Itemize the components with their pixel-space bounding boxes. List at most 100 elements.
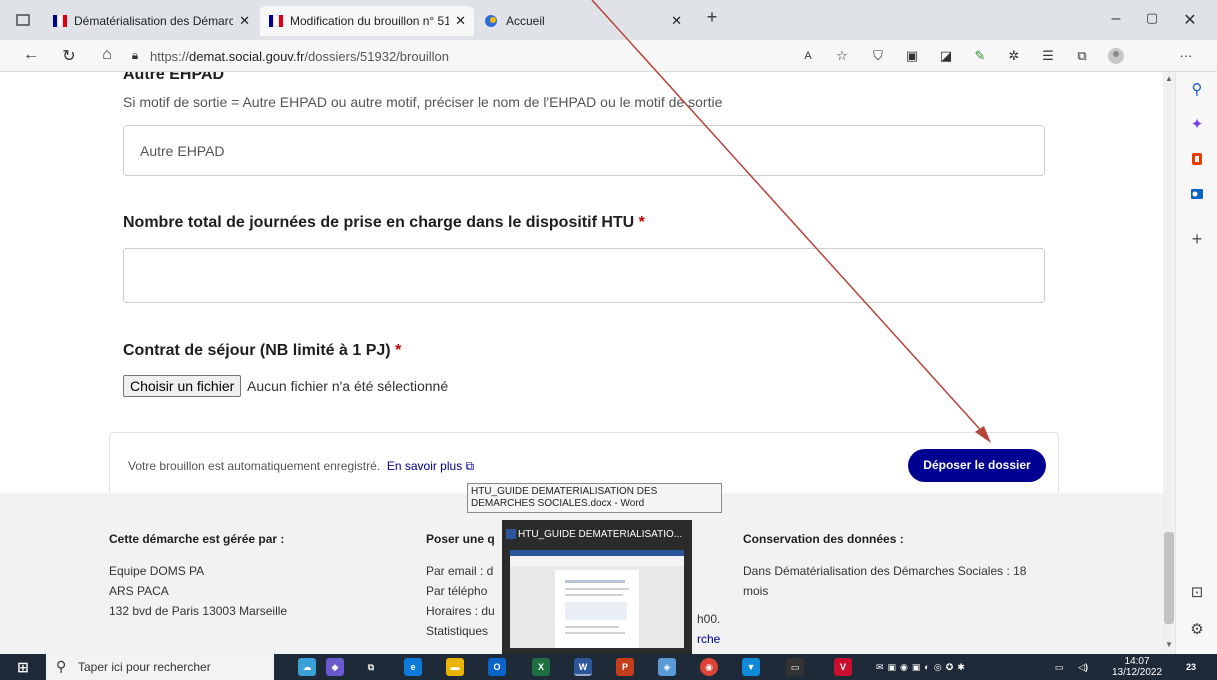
- window-close-icon[interactable]: ✕: [1178, 10, 1202, 30]
- word-icon[interactable]: W: [574, 658, 592, 676]
- choose-file-button[interactable]: Choisir un fichier: [123, 375, 242, 397]
- footer-line: Par télépho: [426, 584, 488, 598]
- app-icon[interactable]: ◈: [658, 658, 676, 676]
- tab-brouillon[interactable]: Modification du brouillon n° 519 ✕: [260, 6, 474, 36]
- edge-sidebar: ⚲ ✦ + ⊡ ⚙: [1175, 72, 1217, 654]
- input-value: Autre EHPAD: [140, 142, 225, 159]
- autre-ehpad-input[interactable]: Autre EHPAD: [123, 125, 1045, 176]
- volume-icon[interactable]: ◁): [1074, 658, 1092, 676]
- footer-line: Horaires : du: [426, 604, 495, 618]
- scroll-thumb[interactable]: [1164, 532, 1174, 624]
- accueil-icon: [484, 14, 500, 28]
- close-icon[interactable]: ✕: [671, 13, 682, 29]
- profile-avatar-icon[interactable]: [1108, 48, 1124, 64]
- label-text: Contrat de séjour (NB limité à 1 PJ): [123, 342, 391, 359]
- app-icon[interactable]: ▼: [742, 658, 760, 676]
- windows-start-icon[interactable]: ⊞: [14, 658, 32, 676]
- statistics-link[interactable]: rche: [697, 629, 720, 649]
- extension-icon[interactable]: ✎: [972, 48, 988, 64]
- sidebar-toggle-icon[interactable]: ⊡: [1188, 584, 1206, 602]
- more-menu-icon[interactable]: ···: [1178, 48, 1194, 64]
- weather-icon[interactable]: ☁: [298, 658, 316, 676]
- taskbar-clock[interactable]: 14:07 13/12/2022: [1112, 656, 1162, 678]
- extension-icon[interactable]: ◪: [938, 48, 954, 64]
- field-label-autre-ehpad: Autre EHPAD: [123, 72, 225, 83]
- chrome-icon[interactable]: ◉: [700, 658, 718, 676]
- tab-actions-icon[interactable]: [14, 11, 32, 29]
- close-icon[interactable]: ✕: [239, 13, 250, 29]
- powerpoint-icon[interactable]: P: [616, 658, 634, 676]
- journees-input[interactable]: [123, 248, 1045, 303]
- scroll-up-icon[interactable]: ▲: [1164, 74, 1174, 83]
- terminal-icon[interactable]: ▭: [786, 658, 804, 676]
- add-icon[interactable]: +: [1188, 230, 1206, 248]
- restore-icon[interactable]: ▢: [1140, 10, 1164, 26]
- footer-line[interactable]: Par email : d: [426, 561, 495, 581]
- page-scrollbar[interactable]: ▲ ▼: [1163, 72, 1175, 654]
- file-explorer-icon[interactable]: ▬: [446, 658, 464, 676]
- clock-time: 14:07: [1124, 656, 1150, 667]
- clock-date: 13/12/2022: [1112, 667, 1163, 678]
- new-tab-icon[interactable]: +: [700, 7, 724, 28]
- collections-icon[interactable]: ⧉: [1074, 48, 1090, 64]
- url-field[interactable]: https://demat.social.gouv.fr/dossiers/51…: [150, 49, 449, 64]
- discover-sparkle-icon[interactable]: ✦: [1188, 116, 1206, 134]
- footer-title: Poser une q: [426, 532, 495, 546]
- tab-accueil[interactable]: Accueil ✕: [476, 6, 690, 36]
- footer-col-manager: Cette démarche est gérée par : Equipe DO…: [109, 529, 287, 621]
- settings-gear-icon[interactable]: ⚙: [1188, 621, 1206, 639]
- required-mark: *: [395, 342, 402, 359]
- tab-label: Modification du brouillon n° 519: [290, 14, 450, 28]
- extension-icon[interactable]: ▣: [904, 48, 920, 64]
- app-v-icon[interactable]: V: [834, 658, 852, 676]
- marianne-flag-icon: [52, 14, 68, 28]
- submit-dossier-button[interactable]: Déposer le dossier: [908, 449, 1046, 482]
- footer-title: Conservation des données :: [743, 532, 904, 546]
- search-icon[interactable]: ⚲: [1188, 81, 1206, 99]
- search-icon: ⚲: [56, 658, 67, 674]
- autosave-text: Votre brouillon est automatiquement enre…: [128, 459, 381, 473]
- footer-line: mois: [743, 584, 769, 598]
- lock-icon[interactable]: 🔒︎: [124, 48, 146, 63]
- field-label-journees: Nombre total de journées de prise en cha…: [123, 214, 645, 232]
- back-icon[interactable]: ←: [20, 46, 42, 64]
- label-text: Nombre total de journées de prise en cha…: [123, 214, 635, 231]
- minimize-icon[interactable]: –: [1104, 10, 1128, 28]
- field-hint-autre-ehpad: Si motif de sortie = Autre EHPAD ou autr…: [123, 94, 723, 110]
- refresh-icon[interactable]: ↻: [58, 46, 80, 66]
- read-aloud-icon[interactable]: A: [800, 48, 816, 64]
- external-link-icon: ⧉: [465, 459, 475, 473]
- footer-line: Equipe DOMS PA: [109, 564, 205, 578]
- outlook-icon[interactable]: [1188, 186, 1206, 204]
- app-icon[interactable]: ◆: [326, 658, 344, 676]
- home-icon[interactable]: ⌂: [96, 46, 118, 64]
- learn-more-link[interactable]: En savoir plus ⧉: [387, 459, 474, 473]
- extensions-icon[interactable]: ✲: [1006, 48, 1022, 64]
- file-status: Aucun fichier n'a été sélectionné: [247, 378, 449, 394]
- footer-line: ARS PACA: [109, 584, 169, 598]
- word-icon: [506, 529, 516, 539]
- shield-extension-icon[interactable]: ⛉: [870, 48, 886, 64]
- office-icon[interactable]: [1188, 151, 1206, 169]
- field-label-contrat: Contrat de séjour (NB limité à 1 PJ) *: [123, 342, 401, 360]
- system-tray-icons[interactable]: ✉▣◉▣◐◎✪✱: [876, 658, 996, 676]
- tab-demarches[interactable]: Dématérialisation des Démarche ✕: [44, 6, 258, 36]
- scroll-down-icon[interactable]: ▼: [1164, 640, 1174, 649]
- network-icon[interactable]: ▭: [1050, 658, 1068, 676]
- favorites-icon[interactable]: ☰: [1040, 48, 1056, 64]
- excel-icon[interactable]: X: [532, 658, 550, 676]
- tab-label: Dématérialisation des Démarche: [74, 14, 234, 28]
- outlook-icon[interactable]: O: [488, 658, 506, 676]
- footer-line: h00.: [697, 612, 721, 626]
- favorite-star-icon[interactable]: ☆: [834, 48, 850, 64]
- footer-line: 132 bvd de Paris 13003 Marseille: [109, 604, 288, 618]
- task-view-icon[interactable]: ⧉: [362, 658, 380, 676]
- close-icon[interactable]: ✕: [455, 13, 466, 29]
- notification-icon[interactable]: 23: [1182, 658, 1200, 676]
- footer-col-retention: Conservation des données : Dans Dématéri…: [743, 529, 1026, 601]
- footer-line: Statistiques: [426, 624, 489, 638]
- url-path: /dossiers/51932/brouillon: [304, 49, 449, 64]
- taskbar-search[interactable]: ⚲ Taper ici pour rechercher: [46, 654, 274, 680]
- word-thumbnail-preview[interactable]: HTU_GUIDE DEMATERIALISATIO...: [502, 520, 692, 655]
- edge-icon[interactable]: e: [404, 658, 422, 676]
